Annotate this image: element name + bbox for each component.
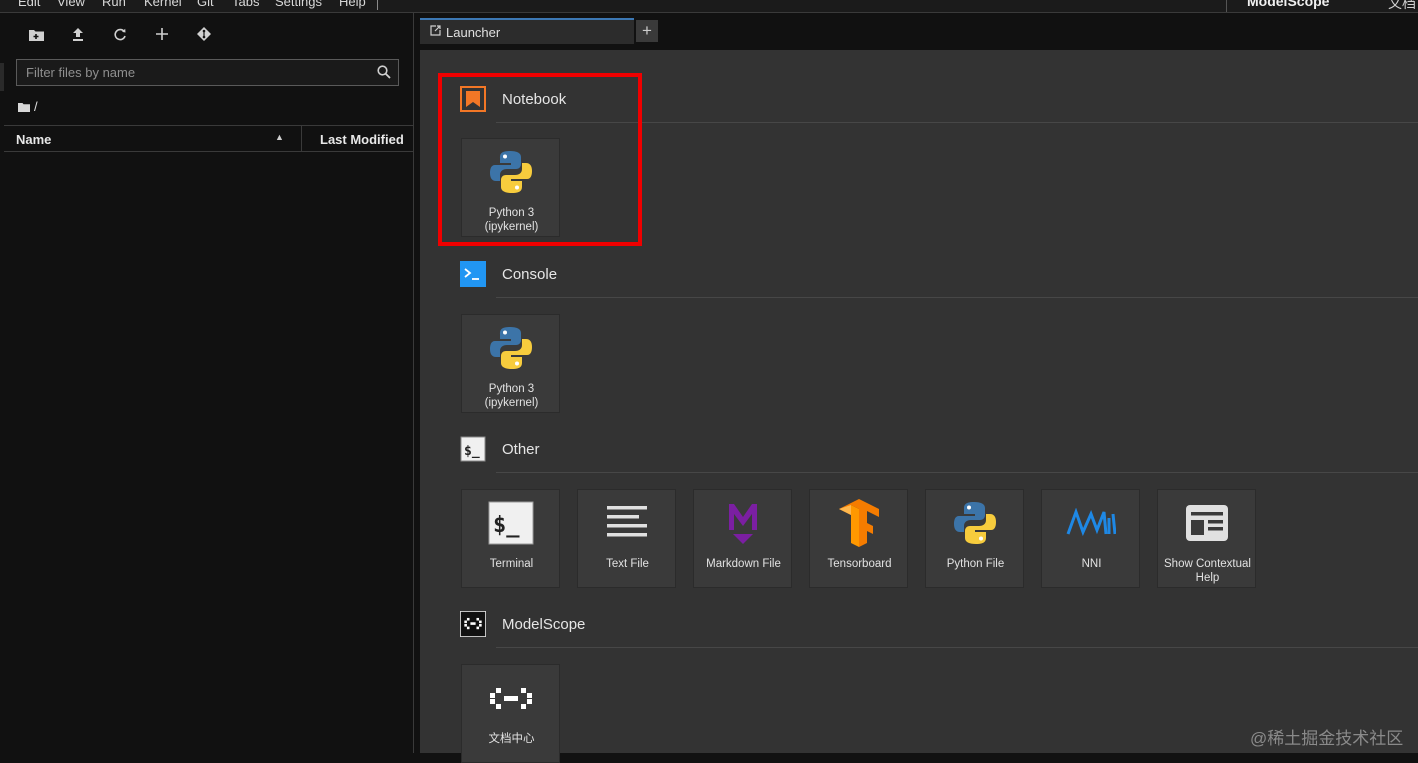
menu-separator <box>377 0 378 10</box>
search-icon[interactable] <box>377 65 391 79</box>
section-divider <box>496 472 1418 473</box>
card-label: Python 3 (ipykernel) <box>484 383 539 409</box>
svg-text:$_: $_ <box>464 444 480 459</box>
main-area: Launcher + Notebook Python 3 (ipykernel)… <box>414 13 1418 763</box>
card-label: Terminal <box>489 558 534 570</box>
card-label: Tensorboard <box>827 558 892 570</box>
breadcrumb[interactable]: / <box>18 99 38 114</box>
tensorboard-icon <box>834 498 884 548</box>
tensorboard-card[interactable]: Tensorboard <box>809 489 908 588</box>
menu-help[interactable]: Help <box>339 0 366 9</box>
terminal-section-icon: $_ <box>460 436 486 462</box>
python-logo-icon <box>486 147 536 197</box>
sort-ascending-icon[interactable]: ▲ <box>275 132 284 142</box>
add-tab-button[interactable]: + <box>636 20 658 42</box>
new-folder-icon <box>28 29 44 41</box>
nni-icon <box>1066 498 1116 548</box>
section-notebook-title: Notebook <box>502 90 567 108</box>
modelscope-logo-icon <box>486 673 536 723</box>
card-label: Show Contextual Help <box>1164 558 1251 584</box>
modelscope-icon <box>460 611 486 637</box>
card-label: Python File <box>946 558 1005 570</box>
upload-button[interactable] <box>65 23 91 45</box>
card-label: Python 3 (ipykernel) <box>484 207 539 233</box>
section-console-title: Console <box>502 265 558 283</box>
brand-doc-link[interactable]: 文档 <box>1388 0 1416 12</box>
menu-run[interactable]: Run <box>102 0 126 9</box>
menu-kernel[interactable]: Kernel <box>144 0 182 9</box>
python-file-card[interactable]: Python File <box>925 489 1024 588</box>
upload-icon <box>73 27 83 41</box>
notebook-icon <box>460 86 486 112</box>
menu-tabs[interactable]: Tabs <box>232 0 259 9</box>
console-icon <box>460 261 486 287</box>
card-label: Text File <box>606 558 649 570</box>
launcher-panel: Notebook Python 3 (ipykernel) Console Py… <box>420 50 1418 763</box>
python-logo-icon <box>950 498 1000 548</box>
git-clone-icon <box>197 27 211 41</box>
git-clone-button[interactable] <box>191 23 217 45</box>
tab-launcher[interactable]: Launcher <box>420 18 634 44</box>
brand-logo[interactable]: ModelScope <box>1247 0 1329 9</box>
section-modelscope: ModelScope <box>460 611 585 637</box>
docs-center-card[interactable]: 文档中心 <box>461 664 560 763</box>
menu-edit[interactable]: Edit <box>18 0 40 9</box>
filter-box <box>16 59 399 86</box>
plus-icon <box>156 28 168 40</box>
menu-view[interactable]: View <box>57 0 85 9</box>
folder-icon <box>18 102 30 112</box>
section-other: $_ Other <box>460 436 540 462</box>
column-name-header[interactable]: Name <box>16 132 51 147</box>
new-launcher-button[interactable] <box>149 23 175 45</box>
notebook-python3-card[interactable]: Python 3 (ipykernel) <box>461 138 560 237</box>
card-label: NNI <box>1081 558 1102 570</box>
console-python3-card[interactable]: Python 3 (ipykernel) <box>461 314 560 413</box>
nni-card[interactable]: NNI <box>1041 489 1140 588</box>
watermark: @稀土掘金技术社区 <box>1250 729 1404 748</box>
svg-text:$_: $_ <box>493 513 520 538</box>
filter-input[interactable] <box>17 60 385 85</box>
markdown-file-card[interactable]: Markdown File <box>693 489 792 588</box>
menu-git[interactable]: Git <box>197 0 214 9</box>
section-modelscope-title: ModelScope <box>502 615 586 633</box>
section-divider <box>496 647 1418 648</box>
left-edge-strip <box>0 63 4 91</box>
terminal-icon: $_ <box>486 498 536 548</box>
terminal-card[interactable]: $_ Terminal <box>461 489 560 588</box>
show-contextual-help-card[interactable]: Show Contextual Help <box>1157 489 1256 588</box>
contextual-help-icon <box>1182 498 1232 548</box>
brand-separator <box>1226 0 1227 12</box>
text-file-card[interactable]: Text File <box>577 489 676 588</box>
tab-launcher-label: Launcher <box>446 25 501 40</box>
section-divider <box>496 297 1418 298</box>
refresh-button[interactable] <box>107 23 133 45</box>
menu-settings[interactable]: Settings <box>275 0 322 9</box>
menu-bar: Edit View Run Kernel Git Tabs Settings H… <box>0 0 1418 13</box>
python-logo-icon <box>486 323 536 373</box>
refresh-icon <box>113 28 126 40</box>
card-label: 文档中心 <box>488 733 535 745</box>
new-folder-button[interactable] <box>23 23 49 45</box>
text-file-icon <box>602 498 652 548</box>
breadcrumb-path: / <box>34 99 38 114</box>
file-list-header: Name ▲ Last Modified <box>4 125 413 152</box>
card-label: Markdown File <box>706 558 781 570</box>
column-last-modified-header[interactable]: Last Modified <box>320 132 404 147</box>
section-divider <box>496 122 1418 123</box>
section-console: Console <box>460 261 557 287</box>
section-notebook: Notebook <box>460 86 566 112</box>
markdown-icon <box>718 498 768 548</box>
file-browser: / Name ▲ Last Modified <box>0 13 414 753</box>
column-divider[interactable] <box>301 126 302 151</box>
section-other-title: Other <box>502 440 540 458</box>
launcher-tab-icon <box>430 25 441 36</box>
